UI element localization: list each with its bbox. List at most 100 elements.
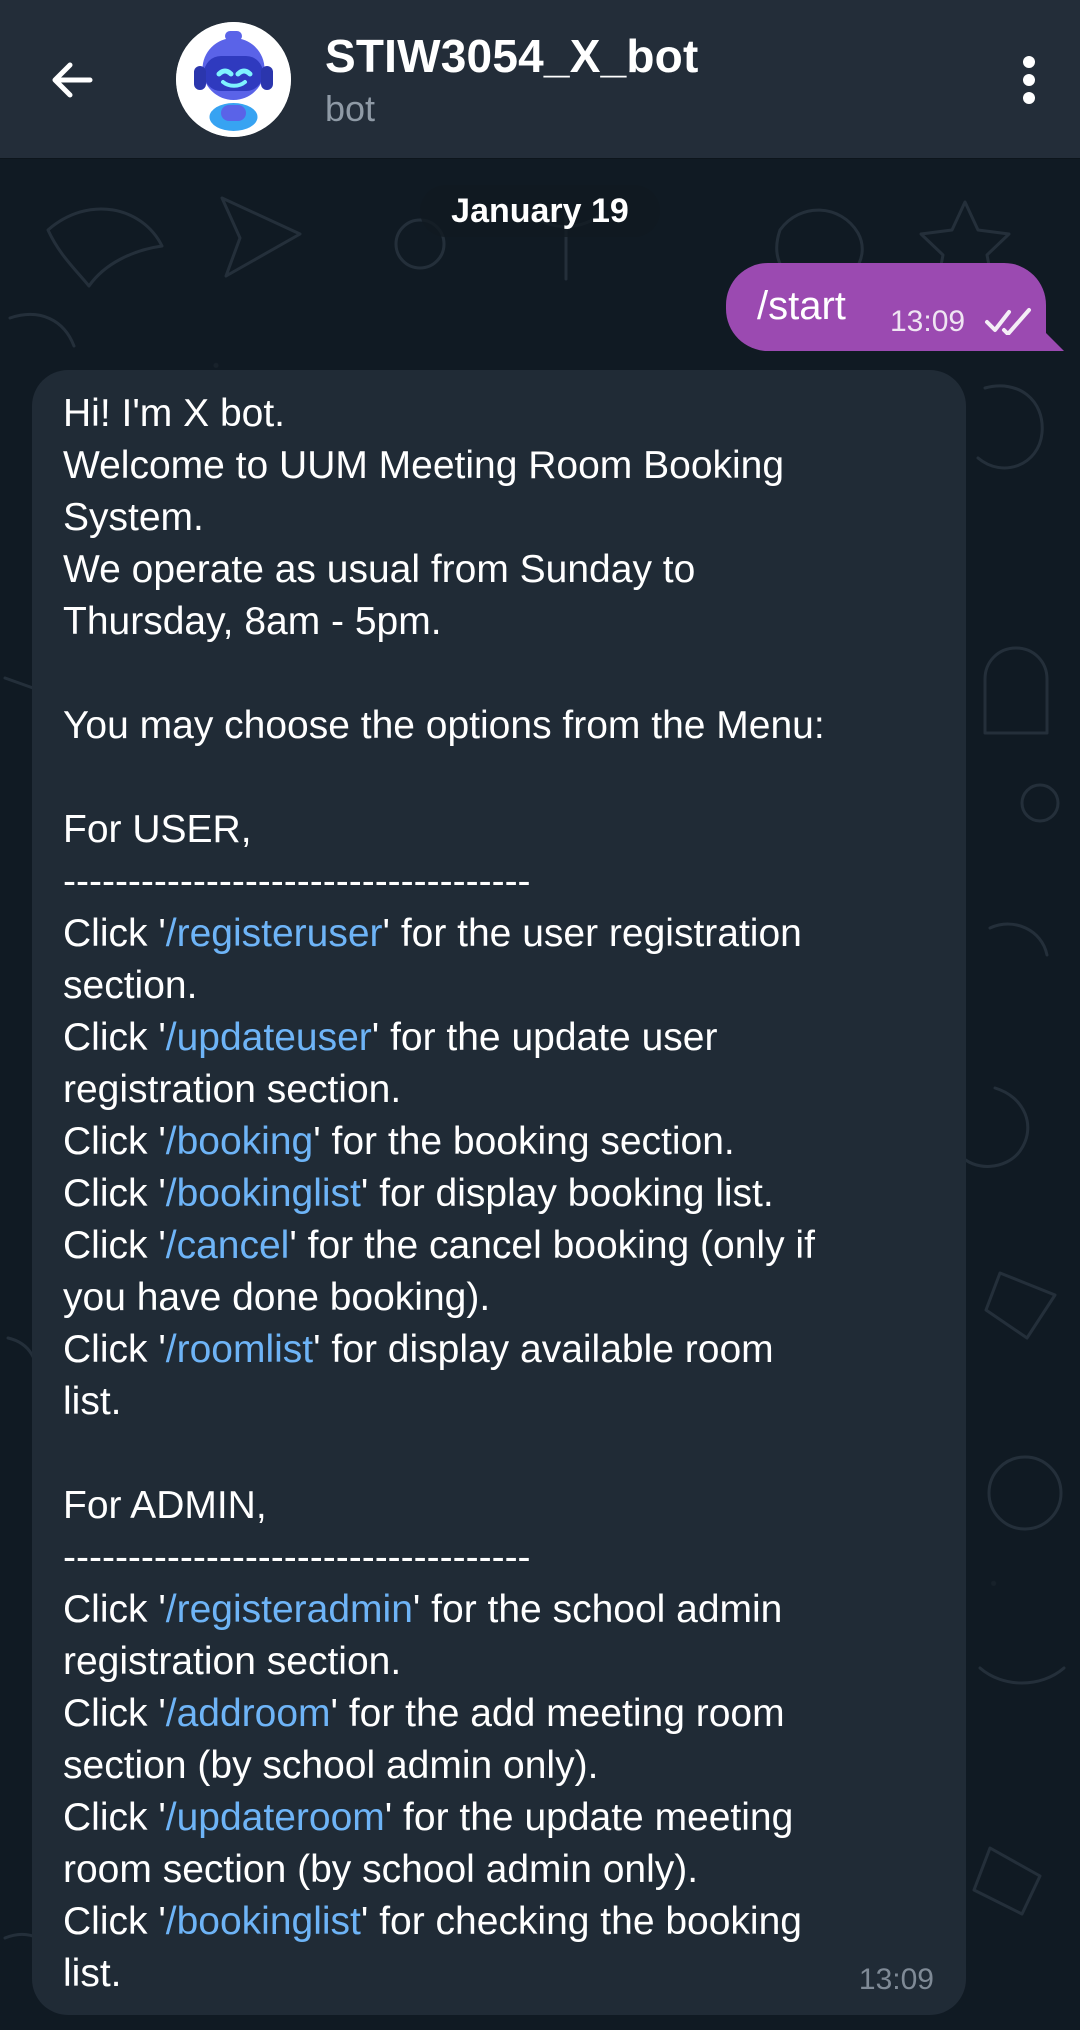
- message-line: ------------------------------------: [63, 856, 953, 908]
- message-line: System.: [63, 492, 953, 544]
- message-text-segment: Click ': [63, 1900, 166, 1943]
- message-text-segment: Click ': [63, 1224, 166, 1267]
- message-text-segment: Click ': [63, 1120, 166, 1163]
- message-line: Click '/registeradmin' for the school ad…: [63, 1584, 953, 1636]
- message-text-segment: list.: [63, 1380, 122, 1423]
- back-button[interactable]: [42, 50, 102, 110]
- message-line: Click '/roomlist' for display available …: [63, 1324, 953, 1376]
- message-text-segment: registration section.: [63, 1640, 402, 1683]
- message-text-segment: Click ': [63, 1692, 166, 1735]
- message-line: Click '/bookinglist' for checking the bo…: [63, 1896, 953, 1948]
- message-text-segment: Click ': [63, 1328, 166, 1371]
- message-line: Click '/updateroom' for the update meeti…: [63, 1792, 953, 1844]
- message-line: section (by school admin only).: [63, 1740, 953, 1792]
- message-text-segment: For USER,: [63, 808, 252, 851]
- message-text-segment: ' for the school admin: [412, 1588, 783, 1631]
- wallpaper-doodle: [972, 1846, 1042, 1916]
- message-text-segment: section (by school admin only).: [63, 1744, 599, 1787]
- message-text-segment: ------------------------------------: [63, 1536, 531, 1579]
- message-line: you have done booking).: [63, 1272, 953, 1324]
- outgoing-message-time: 13:09: [890, 305, 966, 338]
- message-line: Click '/cancel' for the cancel booking (…: [63, 1220, 953, 1272]
- more-vertical-icon: [1023, 56, 1035, 104]
- message-line: room section (by school admin only).: [63, 1844, 953, 1896]
- chat-header: STIW3054_X_bot bot: [0, 0, 1080, 158]
- message-text-segment: Welcome to UUM Meeting Room Booking: [63, 444, 785, 487]
- bot-command-link[interactable]: /bookinglist: [166, 1172, 361, 1215]
- message-line: We operate as usual from Sunday to: [63, 544, 953, 596]
- arrow-left-icon: [52, 62, 93, 98]
- bot-command-link[interactable]: /registeruser: [166, 912, 383, 955]
- message-text-segment: For ADMIN,: [63, 1484, 267, 1527]
- incoming-message-bubble[interactable]: Hi! I'm X bot. Welcome to UUM Meeting Roo…: [32, 370, 966, 2015]
- outgoing-message-bubble[interactable]: /start 13:09: [726, 263, 1046, 351]
- message-text-segment: ------------------------------------: [63, 860, 531, 903]
- message-text-segment: Click ': [63, 1172, 166, 1215]
- message-line: Click '/booking' for the booking section…: [63, 1116, 953, 1168]
- incoming-message-time: 13:09: [858, 1963, 934, 1996]
- message-line: Click '/bookinglist' for display booking…: [63, 1168, 953, 1220]
- message-line: For ADMIN,: [63, 1480, 953, 1532]
- message-line: Click '/updateuser' for the update user: [63, 1012, 953, 1064]
- wallpaper-doodle: [983, 646, 1049, 735]
- bot-command-link[interactable]: /bookinglist: [166, 1900, 361, 1943]
- message-text-segment: Click ': [63, 1796, 166, 1839]
- message-text-segment: ' for display available room: [313, 1328, 774, 1371]
- double-check-icon: [985, 308, 1031, 335]
- message-text-segment: ' for the update meeting: [384, 1796, 794, 1839]
- wallpaper-doodle: [46, 207, 164, 288]
- message-line: Welcome to UUM Meeting Room Booking: [63, 440, 953, 492]
- bot-command-link[interactable]: /updateuser: [166, 1016, 372, 1059]
- message-text-segment: Thursday, 8am - 5pm.: [63, 600, 442, 643]
- bot-command-link[interactable]: /booking: [166, 1120, 313, 1163]
- message-line: Hi! I'm X bot.: [63, 388, 953, 440]
- bot-avatar[interactable]: [176, 22, 291, 137]
- message-line: ------------------------------------: [63, 1532, 953, 1584]
- bot-command-link[interactable]: /roomlist: [166, 1328, 313, 1371]
- wallpaper-doodle: [220, 196, 302, 278]
- message-text-segment: ' for the add meeting room: [330, 1692, 785, 1735]
- wallpaper-doodle: [987, 1455, 1063, 1531]
- bot-command-link[interactable]: /addroom: [166, 1692, 331, 1735]
- message-text-segment: Click ': [63, 1588, 166, 1631]
- message-text-segment: You may choose the options from the Menu…: [63, 704, 825, 747]
- message-line: Thursday, 8am - 5pm.: [63, 596, 953, 648]
- message-text-segment: Hi! I'm X bot.: [63, 392, 286, 435]
- message-line: You may choose the options from the Menu…: [63, 700, 953, 752]
- incoming-message-text: Hi! I'm X bot. Welcome to UUM Meeting Roo…: [63, 388, 953, 2000]
- bot-command-link[interactable]: /cancel: [166, 1224, 290, 1267]
- message-line: registration section.: [63, 1064, 953, 1116]
- wallpaper-doodle: [984, 1271, 1057, 1340]
- message-text-segment: ' for the booking section.: [313, 1120, 735, 1163]
- robot-avatar-icon: [176, 22, 291, 137]
- message-line: list.: [63, 1948, 953, 2000]
- wallpaper-doodle: [8, 313, 76, 348]
- message-line: section.: [63, 960, 953, 1012]
- wallpaper-doodle: [976, 384, 1044, 470]
- chat-subtitle: bot: [325, 88, 376, 129]
- message-text-segment: We operate as usual from Sunday to: [63, 548, 696, 591]
- message-line: Click '/addroom' for the add meeting roo…: [63, 1688, 953, 1740]
- message-text-segment: list.: [63, 1952, 122, 1995]
- bot-command-link[interactable]: /registeradmin: [166, 1588, 413, 1631]
- wallpaper-doodle: [957, 1086, 1030, 1168]
- more-options-button[interactable]: [1004, 50, 1054, 110]
- message-text-segment: ' for display booking list.: [360, 1172, 774, 1215]
- message-text-segment: ' for the update user: [371, 1016, 718, 1059]
- message-text-segment: ' for the cancel booking (only if: [289, 1224, 815, 1267]
- bot-command-link[interactable]: /updateroom: [166, 1796, 385, 1839]
- message-text-segment: section.: [63, 964, 198, 1007]
- date-separator: January 19: [420, 185, 660, 237]
- message-text-segment: room section (by school admin only).: [63, 1848, 699, 1891]
- wallpaper-doodle: [3, 676, 35, 690]
- message-text-segment: you have done booking).: [63, 1276, 491, 1319]
- wallpaper-doodle: [978, 1666, 1066, 1685]
- chat-title[interactable]: STIW3054_X_bot: [325, 29, 698, 83]
- message-text-segment: registration section.: [63, 1068, 402, 1111]
- message-line: registration section.: [63, 1636, 953, 1688]
- message-line: For USER,: [63, 804, 953, 856]
- wallpaper-doodle: [1020, 783, 1060, 823]
